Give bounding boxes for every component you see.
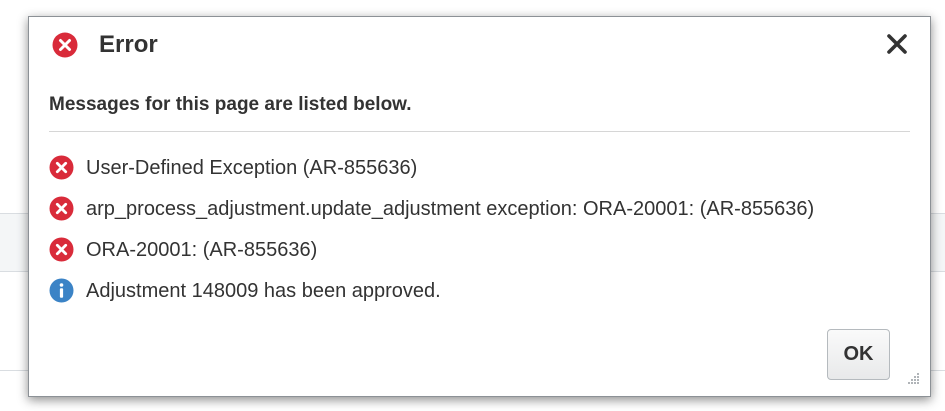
error-icon — [52, 32, 78, 58]
info-circle-icon — [49, 278, 74, 303]
message-text: Adjustment 148009 has been approved. — [86, 279, 441, 302]
dialog-title: Error — [99, 31, 158, 58]
list-item: arp_process_adjustment.update_adjustment… — [49, 188, 920, 229]
ok-button[interactable]: OK — [827, 329, 890, 380]
dialog-header: Error — [29, 17, 930, 73]
message-text: arp_process_adjustment.update_adjustment… — [86, 197, 815, 220]
resize-grip-icon[interactable] — [906, 372, 920, 386]
close-icon[interactable] — [886, 33, 908, 55]
dialog-subtitle: Messages for this page are listed below. — [49, 94, 412, 115]
list-item: ORA-20001: (AR-855636) — [49, 229, 920, 270]
message-text: User-Defined Exception (AR-855636) — [86, 156, 418, 179]
divider — [49, 131, 910, 132]
error-circle-icon — [49, 196, 74, 221]
error-circle-icon — [49, 237, 74, 262]
error-circle-icon — [49, 155, 74, 180]
error-dialog: Error Messages for this page are listed … — [28, 16, 931, 397]
message-list: User-Defined Exception (AR-855636) arp_p… — [49, 147, 920, 311]
list-item: Adjustment 148009 has been approved. — [49, 270, 920, 311]
list-item: User-Defined Exception (AR-855636) — [49, 147, 920, 188]
message-text: ORA-20001: (AR-855636) — [86, 238, 318, 261]
